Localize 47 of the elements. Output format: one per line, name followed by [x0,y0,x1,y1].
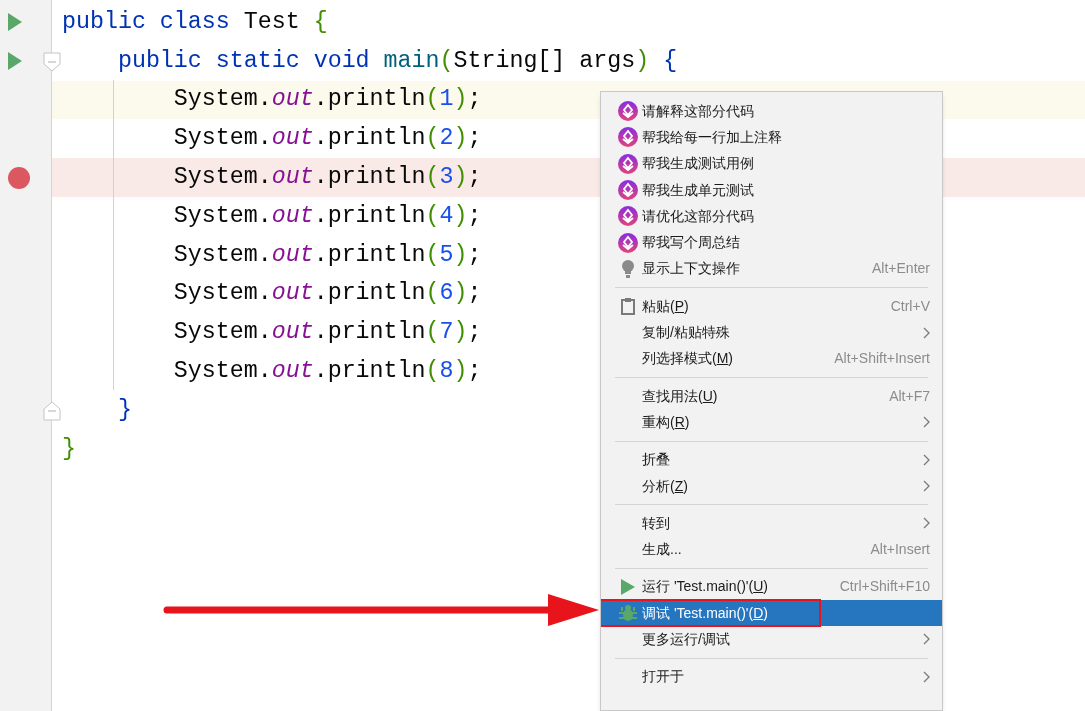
menu-item[interactable]: 运行 'Test.main()'(U) Ctrl+Shift+F10 [601,573,942,601]
menu-item[interactable]: 查找用法(U) Alt+F7 [601,382,942,410]
menu-item[interactable]: 粘贴(P) Ctrl+V [601,293,942,320]
lightbulb-icon [622,259,634,278]
ai-assistant-icon [618,127,638,148]
menu-item[interactable]: 打开于 [601,663,942,690]
ai-assistant-icon [618,180,638,201]
run-icon[interactable] [8,13,22,32]
code-line: System.out.println(6); [172,282,482,306]
code-line: public static void main(String[] args) { [116,49,678,73]
code-line: } [62,437,76,461]
code-line: System.out.println(4); [172,204,482,229]
fold-icon[interactable] [43,400,61,421]
run-icon [621,578,635,595]
menu-item[interactable]: 帮我生成单元测试 [601,176,942,204]
menu-item[interactable]: 请解释这部分代码 [601,98,942,125]
menu-item[interactable]: 请优化这部分代码 [601,203,942,230]
menu-item[interactable]: 更多运行/调试 [601,626,942,653]
menu-item[interactable]: 分析(Z) [601,472,942,500]
ai-assistant-icon [618,101,638,122]
menu-item[interactable]: 复制/粘贴特殊 [601,319,942,346]
ai-assistant-icon [618,153,638,174]
clipboard-icon [621,297,635,315]
ai-assistant-icon [618,206,638,227]
menu-item[interactable]: 折叠 [601,446,942,473]
menu-item[interactable]: 帮我给每一行加上注释 [601,124,942,151]
fold-icon[interactable] [43,51,61,72]
menu-item[interactable]: 重构(R) [601,409,942,436]
code-line: public class Test { [62,10,328,35]
menu-item[interactable]: 帮我写个周总结 [601,229,942,256]
code-line: System.out.println(7); [172,321,482,345]
menu-item[interactable]: 帮我生成测试用例 [601,150,942,177]
code-line: System.out.println(1); [172,88,482,112]
menu-item[interactable]: 调试 'Test.main()'(D) [601,600,942,627]
menu-item[interactable]: 转到 [601,510,942,537]
code-line: System.out.println(2); [172,127,482,151]
ai-assistant-icon [618,232,638,253]
menu-item[interactable]: 列选择模式(M) Alt+Shift+Insert [601,345,942,372]
bug-icon [619,604,637,623]
menu-item[interactable]: 显示上下文操作 Alt+Enter [601,255,942,283]
breakpoint-icon[interactable] [8,166,30,189]
run-icon[interactable] [8,52,22,71]
code-line: System.out.println(5); [172,243,482,267]
code-line: } [116,398,132,422]
menu-item[interactable]: 生成... Alt+Insert [601,536,942,563]
code-line: System.out.println(8); [172,359,482,384]
code-line: System.out.println(3); [172,165,482,190]
